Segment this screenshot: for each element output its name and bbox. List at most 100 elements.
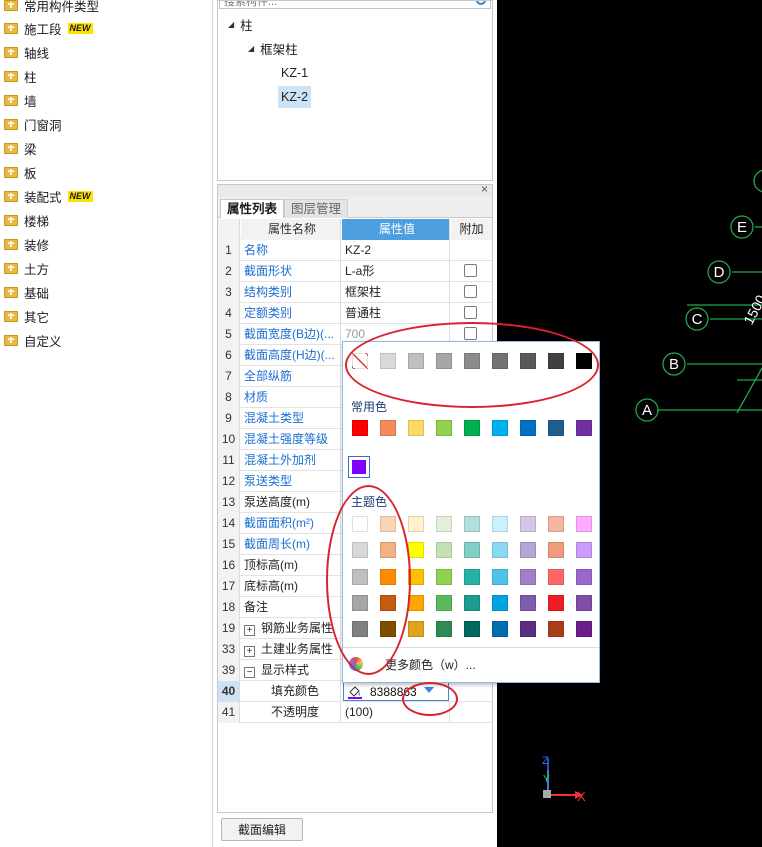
theme-color-swatch[interactable] bbox=[352, 595, 368, 611]
theme-color-swatch[interactable] bbox=[464, 516, 480, 532]
theme-color-swatch[interactable] bbox=[436, 595, 452, 611]
property-value[interactable]: (100) bbox=[342, 702, 450, 723]
tree-collapse-icon[interactable]: ◢ bbox=[248, 44, 254, 53]
gray-swatch[interactable] bbox=[436, 353, 452, 369]
theme-color-swatch[interactable] bbox=[520, 516, 536, 532]
theme-color-swatch[interactable] bbox=[352, 516, 368, 532]
sidebar-item-9[interactable]: 楼梯 bbox=[4, 208, 49, 232]
sidebar-item-1[interactable]: 施工段 NEW bbox=[4, 16, 93, 40]
theme-color-swatch[interactable] bbox=[492, 595, 508, 611]
theme-color-swatch[interactable] bbox=[380, 621, 396, 637]
close-icon[interactable]: × bbox=[481, 185, 488, 196]
common-color-swatch[interactable] bbox=[548, 420, 564, 436]
theme-color-swatch[interactable] bbox=[408, 569, 424, 585]
property-value[interactable]: 框架柱 bbox=[342, 282, 450, 303]
recent-color-swatch[interactable] bbox=[348, 456, 370, 478]
theme-color-swatch[interactable] bbox=[576, 542, 592, 558]
property-value[interactable]: L-a形 bbox=[342, 261, 450, 282]
no-color-swatch[interactable] bbox=[352, 353, 368, 369]
sidebar-item-3[interactable]: 柱 bbox=[4, 64, 37, 88]
gray-swatch[interactable] bbox=[548, 353, 564, 369]
gray-swatch[interactable] bbox=[520, 353, 536, 369]
theme-color-swatch[interactable] bbox=[408, 595, 424, 611]
tree-node-column[interactable]: ◢ 柱 bbox=[228, 14, 253, 34]
common-color-swatch[interactable] bbox=[380, 420, 396, 436]
theme-color-swatch[interactable] bbox=[492, 516, 508, 532]
tree-collapse-icon[interactable]: ◢ bbox=[228, 20, 234, 29]
property-value[interactable]: 普通柱 bbox=[342, 303, 450, 324]
expand-icon[interactable]: + bbox=[244, 625, 255, 636]
theme-color-swatch[interactable] bbox=[408, 542, 424, 558]
common-color-swatch[interactable] bbox=[408, 420, 424, 436]
theme-color-swatch[interactable] bbox=[520, 569, 536, 585]
gray-swatch[interactable] bbox=[408, 353, 424, 369]
property-row[interactable]: 41 不透明度 (100) bbox=[218, 702, 492, 723]
extra-checkbox[interactable] bbox=[464, 327, 477, 340]
theme-color-swatch[interactable] bbox=[548, 569, 564, 585]
sidebar-item-11[interactable]: 土方 bbox=[4, 256, 49, 280]
theme-color-swatch[interactable] bbox=[464, 542, 480, 558]
sidebar-item-10[interactable]: 装修 bbox=[4, 232, 49, 256]
gray-swatch[interactable] bbox=[576, 353, 592, 369]
theme-color-swatch[interactable] bbox=[408, 516, 424, 532]
extra-checkbox[interactable] bbox=[464, 285, 477, 298]
theme-color-swatch[interactable] bbox=[492, 621, 508, 637]
sidebar-item-0[interactable]: 常用构件类型 bbox=[4, 0, 99, 17]
sidebar-item-6[interactable]: 梁 bbox=[4, 136, 37, 160]
gray-swatch[interactable] bbox=[464, 353, 480, 369]
tab-property-list[interactable]: 属性列表 bbox=[220, 199, 285, 218]
theme-color-swatch[interactable] bbox=[576, 595, 592, 611]
extra-checkbox[interactable] bbox=[464, 264, 477, 277]
theme-color-swatch[interactable] bbox=[436, 542, 452, 558]
collapse-icon[interactable]: − bbox=[244, 667, 255, 678]
theme-color-swatch[interactable] bbox=[352, 569, 368, 585]
theme-color-swatch[interactable] bbox=[380, 516, 396, 532]
theme-color-swatch[interactable] bbox=[436, 621, 452, 637]
sidebar-item-4[interactable]: 墙 bbox=[4, 88, 37, 112]
tree-leaf-kz-1[interactable]: KZ-1 bbox=[278, 62, 311, 84]
section-edit-button[interactable]: 截面编辑 bbox=[221, 818, 303, 841]
tree-node-frame-column[interactable]: ◢ 框架柱 bbox=[248, 38, 298, 58]
common-color-swatch[interactable] bbox=[464, 420, 480, 436]
common-color-swatch[interactable] bbox=[436, 420, 452, 436]
gray-swatch[interactable] bbox=[492, 353, 508, 369]
extra-checkbox[interactable] bbox=[464, 306, 477, 319]
dropdown-arrow-icon[interactable] bbox=[424, 687, 434, 693]
theme-color-swatch[interactable] bbox=[380, 569, 396, 585]
tree-leaf-kz-2[interactable]: KZ-2 bbox=[278, 86, 312, 108]
more-colors-option[interactable]: 更多颜色（w）... bbox=[349, 654, 476, 674]
search-icon[interactable] bbox=[476, 1, 486, 5]
theme-color-swatch[interactable] bbox=[352, 542, 368, 558]
theme-color-swatch[interactable] bbox=[436, 569, 452, 585]
tab-layer-management[interactable]: 图层管理 bbox=[284, 199, 349, 218]
theme-color-swatch[interactable] bbox=[548, 595, 564, 611]
common-color-swatch[interactable] bbox=[492, 420, 508, 436]
sidebar-item-12[interactable]: 基础 bbox=[4, 280, 49, 304]
property-row[interactable]: 2 截面形状 L-a形 bbox=[218, 261, 492, 282]
sidebar-item-5[interactable]: 门窗洞 bbox=[4, 112, 62, 136]
theme-color-swatch[interactable] bbox=[436, 516, 452, 532]
theme-color-swatch[interactable] bbox=[380, 595, 396, 611]
theme-color-swatch[interactable] bbox=[464, 595, 480, 611]
expand-icon[interactable]: + bbox=[244, 646, 255, 657]
theme-color-swatch[interactable] bbox=[464, 569, 480, 585]
property-row[interactable]: 1 名称 KZ-2 bbox=[218, 240, 492, 261]
theme-color-swatch[interactable] bbox=[492, 542, 508, 558]
theme-color-swatch[interactable] bbox=[548, 621, 564, 637]
sidebar-item-13[interactable]: 其它 bbox=[4, 304, 49, 328]
theme-color-swatch[interactable] bbox=[576, 569, 592, 585]
property-row[interactable]: 4 定额类别 普通柱 bbox=[218, 303, 492, 324]
common-color-swatch[interactable] bbox=[352, 420, 368, 436]
theme-color-swatch[interactable] bbox=[576, 516, 592, 532]
fill-color-dropdown[interactable]: 8388863 bbox=[343, 682, 449, 701]
component-search-box[interactable] bbox=[219, 1, 491, 9]
theme-color-swatch[interactable] bbox=[352, 621, 368, 637]
gray-swatch[interactable] bbox=[380, 353, 396, 369]
theme-color-swatch[interactable] bbox=[520, 542, 536, 558]
theme-color-swatch[interactable] bbox=[380, 542, 396, 558]
common-color-swatch[interactable] bbox=[576, 420, 592, 436]
sidebar-item-14[interactable]: 自定义 bbox=[4, 328, 62, 352]
component-search-input[interactable] bbox=[220, 1, 460, 9]
theme-color-swatch[interactable] bbox=[548, 542, 564, 558]
property-row[interactable]: 3 结构类别 框架柱 bbox=[218, 282, 492, 303]
